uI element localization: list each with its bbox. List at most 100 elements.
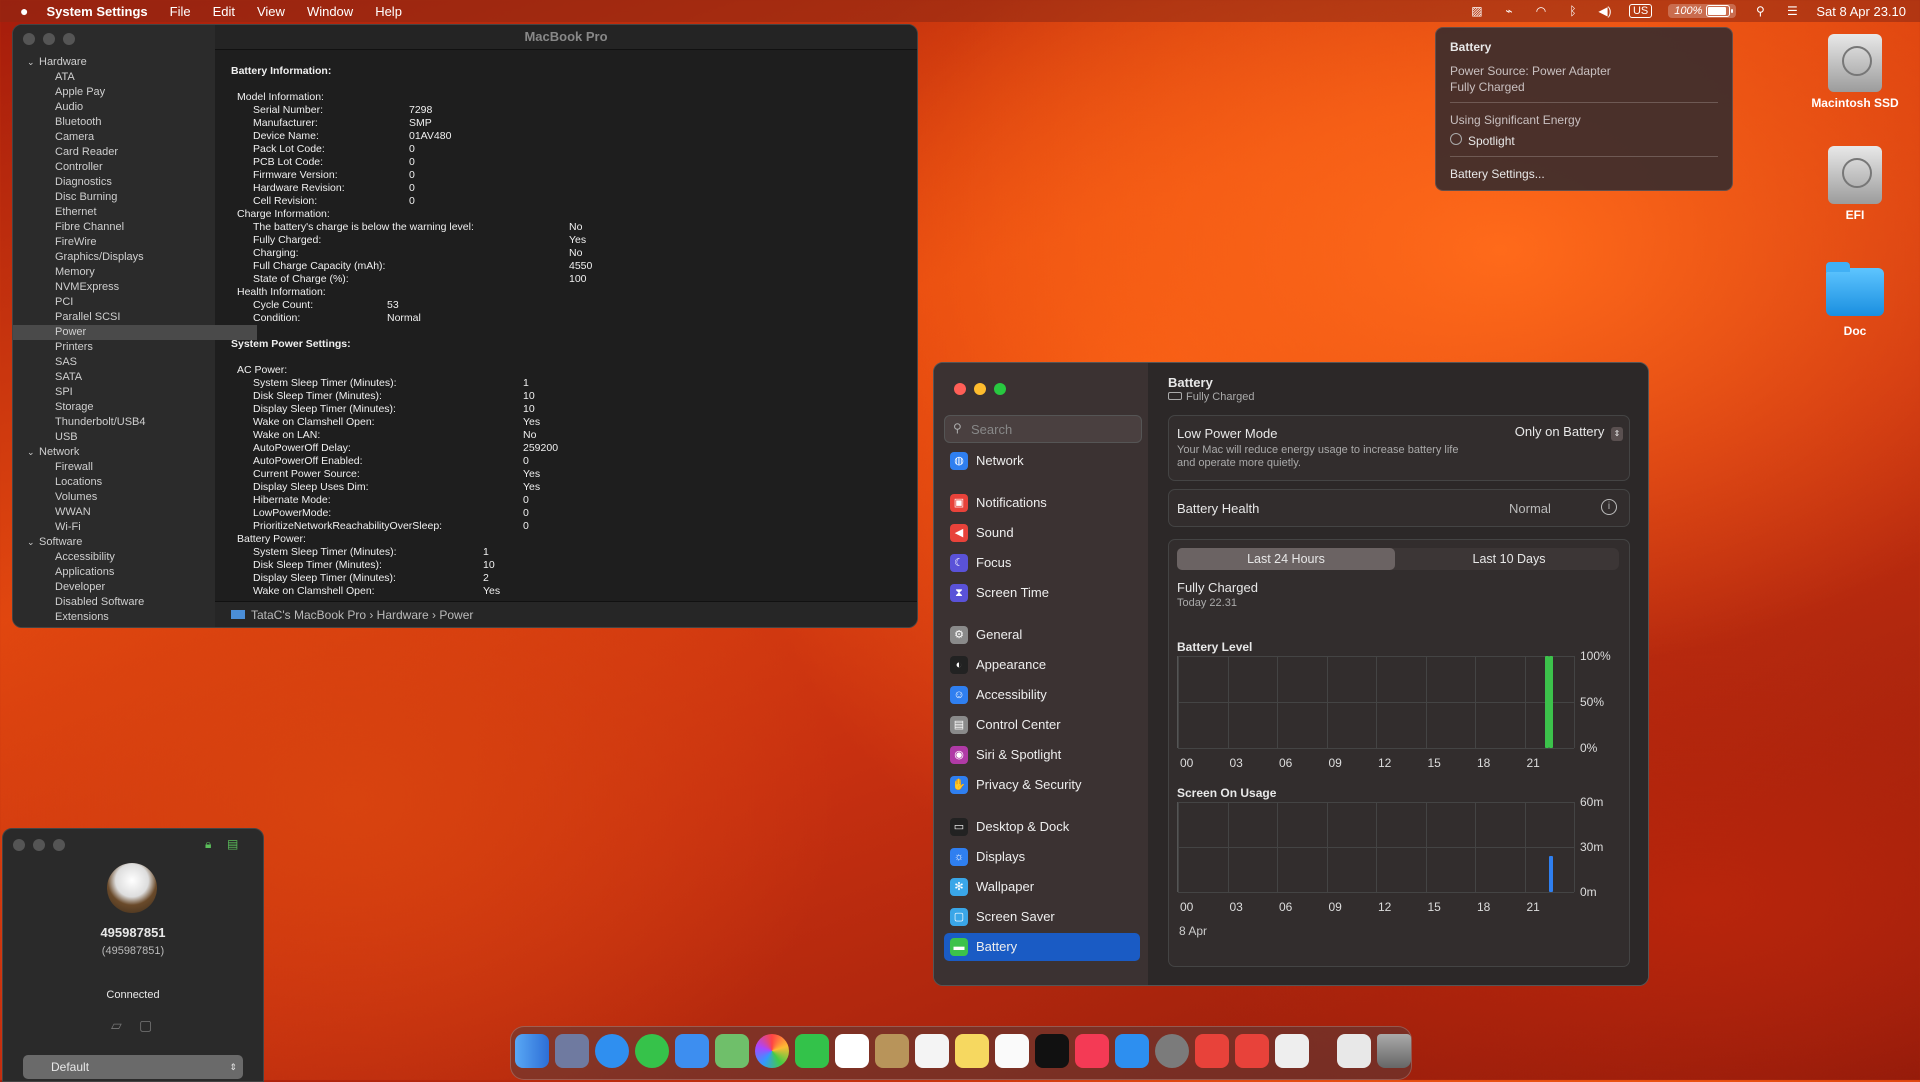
sidebar-category[interactable]: ⌄ Hardware (13, 55, 241, 70)
sidebar-item[interactable]: Accessibility (13, 550, 257, 565)
sidebar-item[interactable]: Locations (13, 475, 257, 490)
battery-status[interactable]: 100% (1668, 4, 1737, 18)
menu-help[interactable]: Help (375, 4, 402, 19)
sidebar-item-displays[interactable]: ☼ Displays (944, 843, 1140, 871)
zoom-button[interactable] (53, 839, 65, 851)
sidebar-item[interactable]: USB (13, 430, 257, 445)
sidebar-item-general[interactable]: ⚙ General (944, 621, 1140, 649)
sidebar-item[interactable]: FireWire (13, 235, 257, 250)
sidebar-item-focus[interactable]: ☾ Focus (944, 549, 1140, 577)
trash-icon[interactable] (1377, 1034, 1411, 1068)
sidebar-item-network[interactable]: ◍ Network (944, 447, 1140, 475)
script-icon[interactable]: ⌁ (1501, 4, 1517, 18)
facetime-icon[interactable] (795, 1034, 829, 1068)
sidebar-item[interactable]: Storage (13, 400, 257, 415)
minimize-button[interactable] (33, 839, 45, 851)
control-center-icon[interactable]: ☰ (1784, 4, 1800, 18)
sidebar-item[interactable]: Memory (13, 265, 257, 280)
zoom-button[interactable] (994, 383, 1006, 395)
energy-app-spotlight[interactable]: Spotlight (1450, 133, 1515, 148)
profile-select[interactable]: Default ⇕ (23, 1055, 243, 1079)
sidebar-item-siri-spotlight[interactable]: ◉ Siri & Spotlight (944, 741, 1140, 769)
sidebar-item[interactable]: SPI (13, 385, 257, 400)
system-settings-icon[interactable] (1155, 1034, 1189, 1068)
sidebar-item[interactable]: Disc Burning (13, 190, 257, 205)
safari-icon[interactable] (595, 1034, 629, 1068)
remote-app-icon[interactable] (1235, 1034, 1269, 1068)
apple-menu-icon[interactable]: ● (20, 3, 28, 19)
sidebar-item-screen-time[interactable]: ⧗ Screen Time (944, 579, 1140, 607)
anydesk-icon[interactable] (1195, 1034, 1229, 1068)
sidebar-item[interactable]: Apple Pay (13, 85, 257, 100)
sidebar-item-sound[interactable]: ◀ Sound (944, 519, 1140, 547)
menu-file[interactable]: File (170, 4, 191, 19)
desktop-icon-efi[interactable]: EFI (1800, 146, 1910, 222)
battery-settings-link[interactable]: Battery Settings... (1450, 167, 1545, 181)
wifi-icon[interactable]: ◠ (1533, 4, 1549, 18)
zoom-button[interactable] (63, 33, 75, 45)
sidebar-item[interactable]: Parallel SCSI (13, 310, 257, 325)
file-transfer-icon[interactable]: ▱ (111, 1017, 122, 1034)
sidebar-item[interactable]: Ethernet (13, 205, 257, 220)
input-source[interactable]: US (1628, 4, 1653, 18)
sidebar-item-screen-saver[interactable]: ▢ Screen Saver (944, 903, 1140, 931)
menu-app-name[interactable]: System Settings (46, 4, 147, 19)
photos-icon[interactable] (755, 1034, 789, 1068)
desktop-icon-macintosh-ssd[interactable]: Macintosh SSD (1800, 34, 1910, 110)
close-button[interactable] (954, 383, 966, 395)
sidebar-item[interactable]: Power (13, 325, 257, 340)
sidebar-item-desktop-dock[interactable]: ▭ Desktop & Dock (944, 813, 1140, 841)
sidebar-item-appearance[interactable]: ◐ Appearance (944, 651, 1140, 679)
sidebar-item[interactable]: Printers (13, 340, 257, 355)
chevron-down-icon[interactable]: ⌄ (27, 55, 35, 70)
sidebar-item[interactable]: Firewall (13, 460, 257, 475)
search-field[interactable]: ⚲ Search (944, 415, 1142, 443)
minimize-button[interactable] (43, 33, 55, 45)
sidebar-category[interactable]: ⌄ Software (13, 535, 241, 550)
chevron-down-icon[interactable]: ⌄ (27, 445, 35, 460)
activity-monitor-icon[interactable]: ▨ (1469, 4, 1485, 18)
message-icon[interactable]: ▢ (139, 1017, 152, 1034)
sidebar-item-wallpaper[interactable]: ✻ Wallpaper (944, 873, 1140, 901)
system-information-icon[interactable] (1275, 1034, 1309, 1068)
menu-view[interactable]: View (257, 4, 285, 19)
calendar-icon[interactable] (835, 1034, 869, 1068)
finder-icon[interactable] (515, 1034, 549, 1068)
sidebar-item[interactable]: Volumes (13, 490, 257, 505)
sidebar-item[interactable]: Controller (13, 160, 257, 175)
app-store-icon[interactable] (1115, 1034, 1149, 1068)
sidebar-item-accessibility[interactable]: ☺ Accessibility (944, 681, 1140, 709)
sidebar-item[interactable]: Applications (13, 565, 257, 580)
sidebar-item[interactable]: Developer (13, 580, 257, 595)
volume-icon[interactable]: ◀) (1597, 4, 1613, 18)
chevron-down-icon[interactable]: ⌄ (27, 535, 35, 550)
maps-icon[interactable] (715, 1034, 749, 1068)
mail-icon[interactable] (675, 1034, 709, 1068)
minimize-button[interactable] (974, 383, 986, 395)
sidebar-item-control-center[interactable]: ▤ Control Center (944, 711, 1140, 739)
sidebar-item[interactable]: WWAN (13, 505, 257, 520)
sidebar-item[interactable]: Camera (13, 130, 257, 145)
sidebar-item[interactable]: Diagnostics (13, 175, 257, 190)
contacts-icon[interactable] (875, 1034, 909, 1068)
sidebar-item[interactable]: Card Reader (13, 145, 257, 160)
sidebar-item[interactable]: Bluetooth (13, 115, 257, 130)
tab-last-24-hours[interactable]: Last 24 Hours (1177, 548, 1395, 570)
bluetooth-icon[interactable]: ᛒ (1565, 4, 1581, 18)
low-power-select[interactable]: Only on Battery ⇕ (1499, 424, 1623, 444)
sidebar-item-battery[interactable]: ▬ Battery (944, 933, 1140, 961)
sidebar-item-notifications[interactable]: ▣ Notifications (944, 489, 1140, 517)
sidebar-item[interactable]: Graphics/Displays (13, 250, 257, 265)
sidebar-item[interactable]: PCI (13, 295, 257, 310)
sidebar-category[interactable]: ⌄ Network (13, 445, 241, 460)
sidebar-item-privacy-security[interactable]: ✋ Privacy & Security (944, 771, 1140, 799)
music-icon[interactable] (1075, 1034, 1109, 1068)
clock[interactable]: Sat 8 Apr 23.10 (1816, 4, 1906, 19)
sidebar-item[interactable]: SAS (13, 355, 257, 370)
launchpad-icon[interactable] (555, 1034, 589, 1068)
messages-icon[interactable] (635, 1034, 669, 1068)
menu-window[interactable]: Window (307, 4, 353, 19)
documents-stack-icon[interactable] (1337, 1034, 1371, 1068)
sidebar-item[interactable]: ATA (13, 70, 257, 85)
sidebar-item[interactable]: SATA (13, 370, 257, 385)
